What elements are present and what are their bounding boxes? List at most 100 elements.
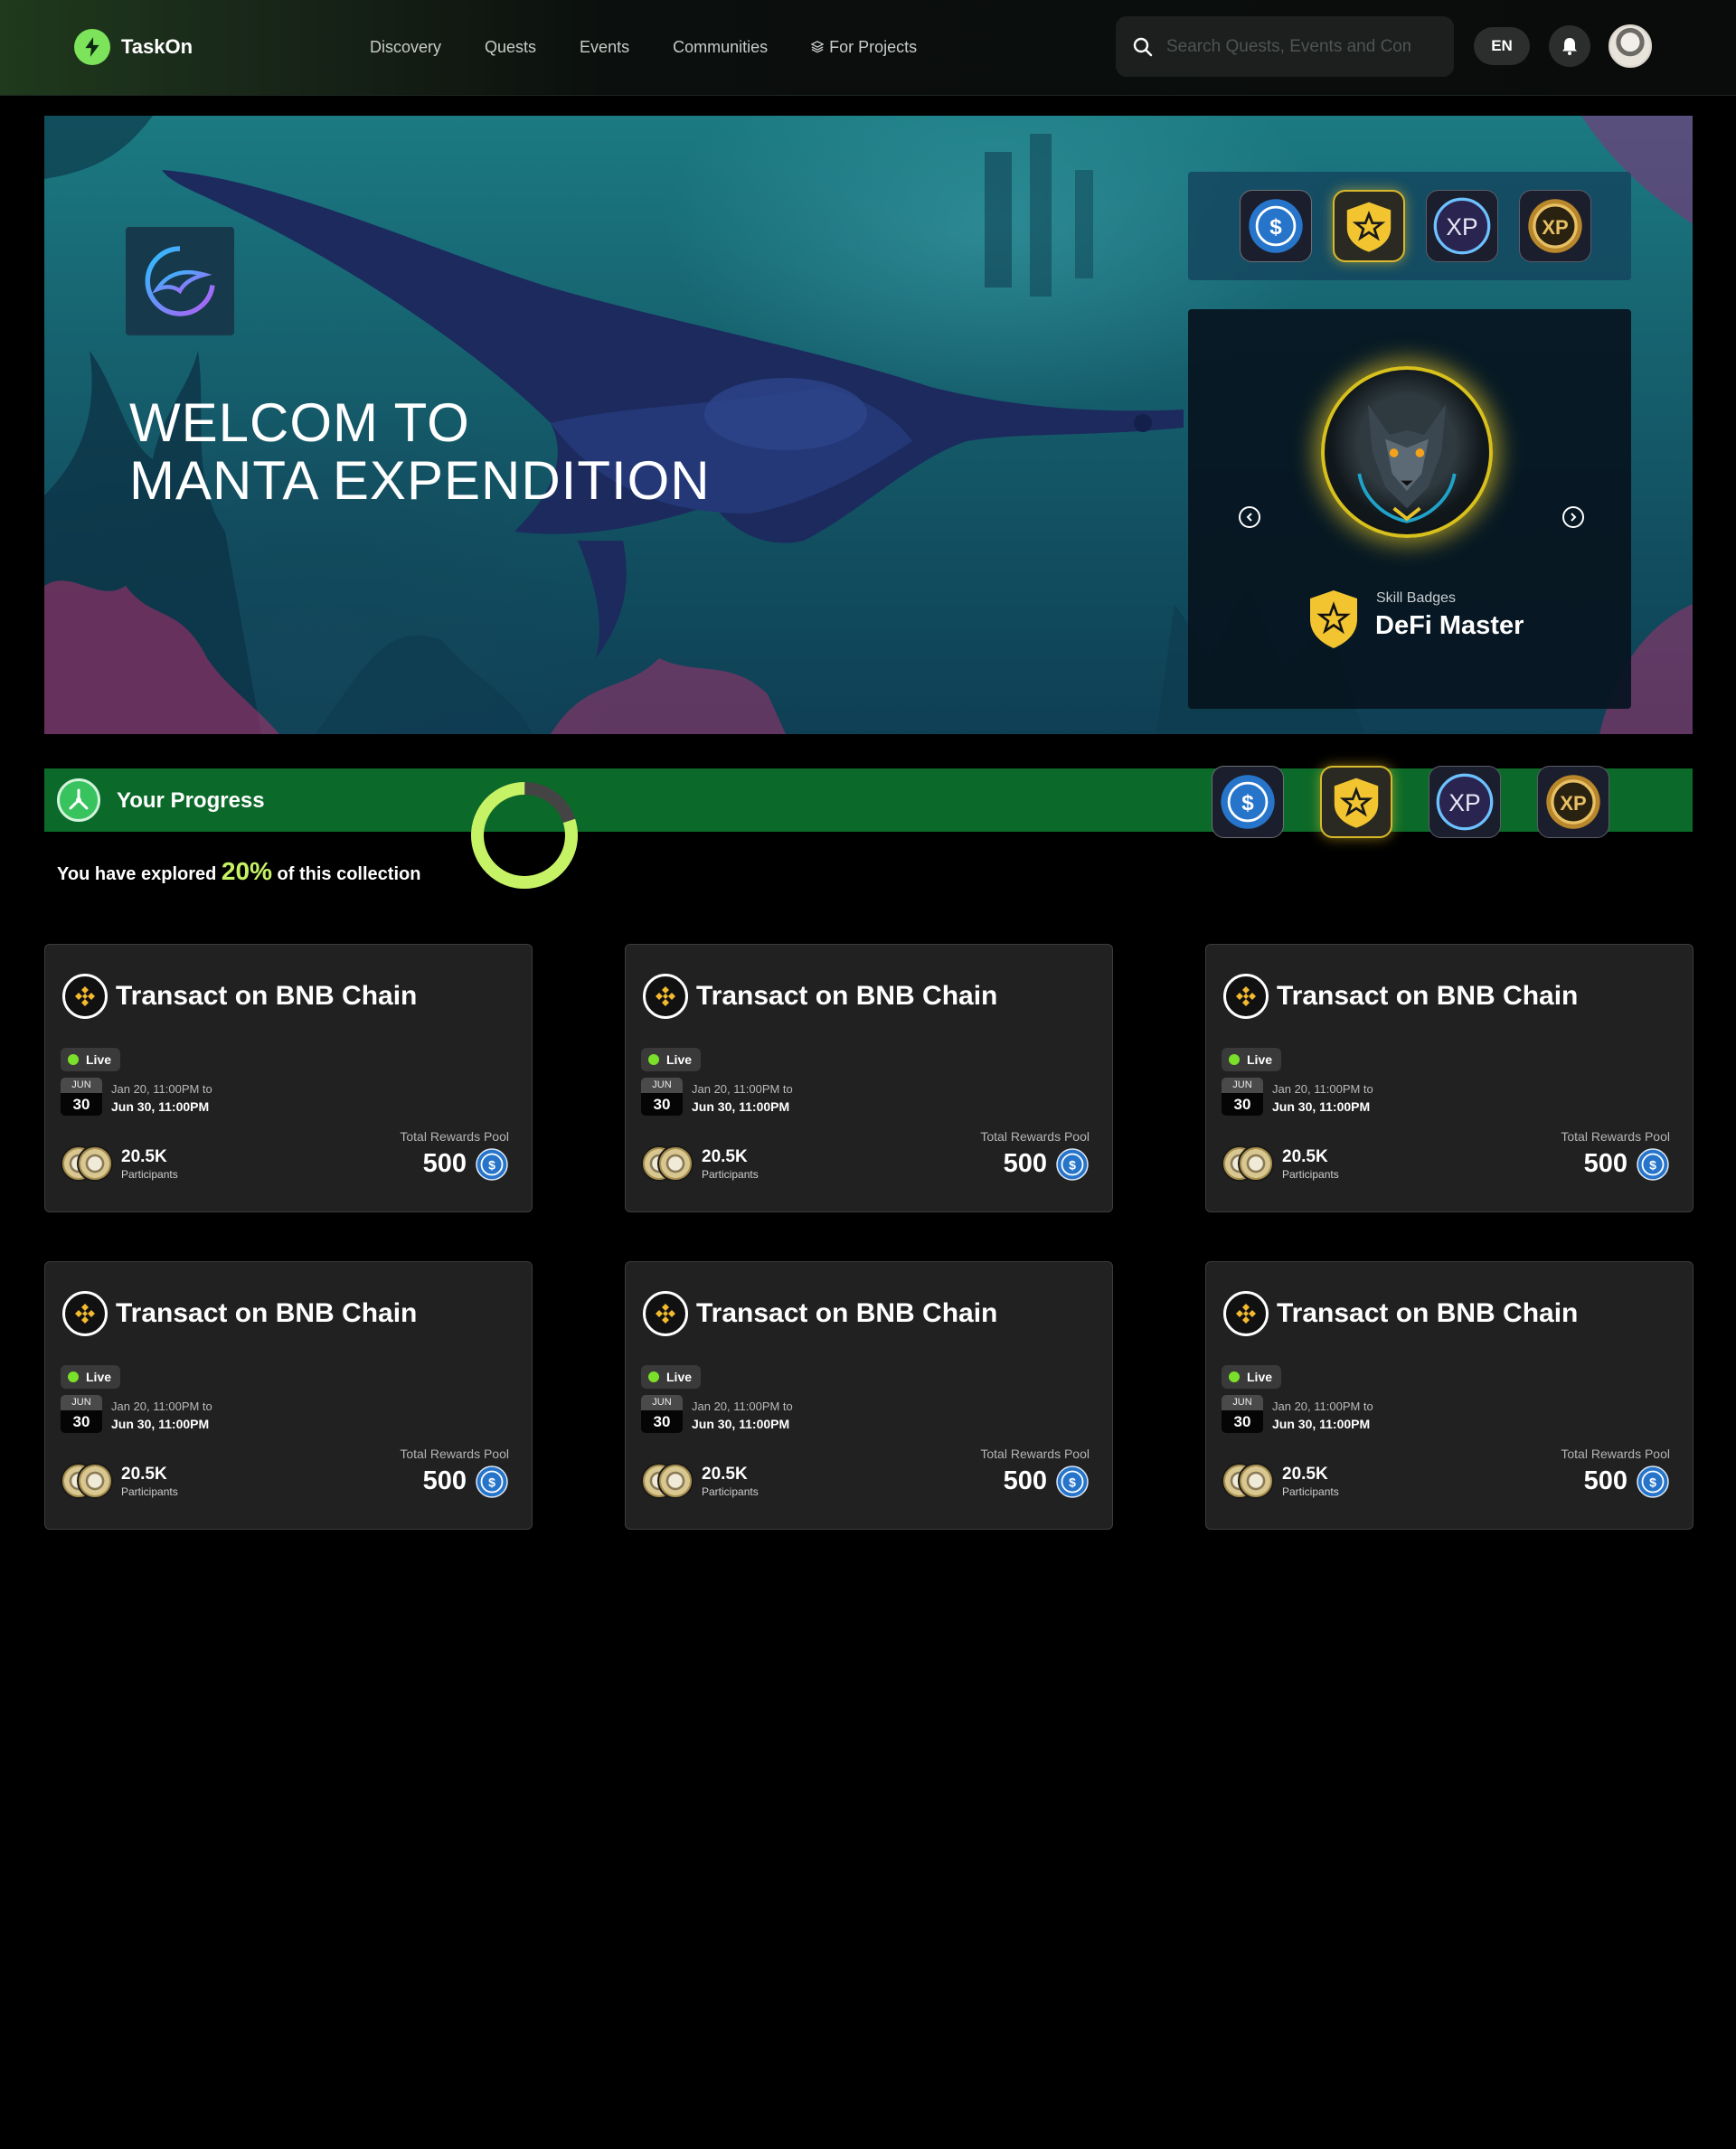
wolf-badge-icon	[1357, 404, 1457, 523]
xp-token: XP	[1426, 190, 1498, 262]
rewards-pool-label: Total Rewards Pool	[1561, 1447, 1670, 1461]
status-label: Live	[666, 1052, 693, 1067]
badge-name: DeFi Master	[1375, 611, 1524, 640]
nav-quests[interactable]: Quests	[485, 38, 536, 57]
app-name: TaskOn	[121, 35, 193, 58]
live-dot-icon	[68, 1054, 79, 1065]
progress-donut-fill	[471, 782, 578, 889]
gold-xp-coin-icon: XP	[1528, 199, 1582, 253]
usdc-icon: $	[1056, 1466, 1089, 1498]
usdc-token: $	[1240, 190, 1312, 262]
status-badge: Live	[61, 1048, 121, 1071]
calendar-day: 30	[61, 1093, 102, 1116]
card-title[interactable]: Transact on BNB Chain	[696, 1298, 997, 1329]
calendar-day: 30	[641, 1093, 683, 1116]
rewards-pool-value: 500	[1003, 1149, 1047, 1178]
progress-gold-xp-token: XP	[1537, 766, 1609, 838]
badge-category: Skill Badges	[1376, 590, 1457, 606]
usdc-icon: $	[1249, 199, 1303, 253]
rewards-pool-label: Total Rewards Pool	[400, 1129, 509, 1144]
calendar-day: 30	[641, 1410, 683, 1433]
manta-logo	[126, 227, 234, 335]
progress-title: Your Progress	[117, 788, 265, 813]
status-badge: Live	[641, 1365, 702, 1389]
svg-text:XP: XP	[1448, 789, 1480, 816]
start-date: Jan 20, 11:00PM to	[111, 1400, 212, 1413]
featured-badge-panel: Skill Badges DeFi Master	[1188, 309, 1631, 709]
participant-count: 20.5K	[1282, 1465, 1328, 1484]
search-icon	[1133, 37, 1153, 56]
participant-label: Participants	[121, 1485, 178, 1498]
search-box[interactable]	[1116, 16, 1454, 77]
xp-icon: XP	[1436, 773, 1494, 831]
end-date: Jun 30, 11:00PM	[1272, 1099, 1371, 1114]
svg-text:$: $	[1649, 1158, 1656, 1173]
badge-prev-button[interactable]	[1239, 506, 1260, 528]
nav-communities[interactable]: Communities	[673, 38, 768, 57]
star-shield-icon	[1346, 202, 1392, 252]
manta-logo-icon	[145, 246, 215, 316]
top-navigation-bar: TaskOn Discovery Quests Events Communiti…	[0, 0, 1736, 96]
calendar-icon: JUN 30	[641, 1078, 683, 1116]
user-avatar[interactable]	[1609, 24, 1652, 68]
status-badge: Live	[61, 1365, 121, 1389]
live-dot-icon	[648, 1371, 659, 1382]
participant-label: Participants	[702, 1485, 759, 1498]
explored-prefix: You have explored	[57, 864, 217, 884]
layers-icon	[811, 41, 825, 53]
language-switcher[interactable]: EN	[1474, 27, 1530, 65]
end-date: Jun 30, 11:00PM	[111, 1099, 210, 1114]
participant-avatar	[657, 1145, 693, 1182]
hero-title-line-1: WELCOM TO	[129, 392, 470, 453]
participant-label: Participants	[1282, 1485, 1339, 1498]
card-title[interactable]: Transact on BNB Chain	[1277, 981, 1578, 1012]
participant-avatars	[641, 1463, 693, 1499]
nav-discovery[interactable]: Discovery	[370, 38, 441, 57]
notifications-button[interactable]	[1549, 25, 1590, 67]
participant-count: 20.5K	[702, 1465, 748, 1484]
reward-tokens-strip: $ XP XP	[1188, 172, 1631, 280]
svg-text:$: $	[1069, 1158, 1076, 1173]
chevron-left-icon	[1246, 513, 1252, 522]
quest-card[interactable]: Transact on BNB Chain Live JUN 30 Jan 20…	[625, 1261, 1113, 1530]
quest-card[interactable]: Transact on BNB Chain Live JUN 30 Jan 20…	[1205, 944, 1694, 1212]
card-title[interactable]: Transact on BNB Chain	[696, 981, 997, 1012]
calendar-day: 30	[1222, 1093, 1263, 1116]
calendar-month: JUN	[641, 1395, 683, 1410]
rewards-pool-value: 500	[1583, 1149, 1628, 1178]
wolf-badge-image	[1321, 366, 1493, 538]
card-title[interactable]: Transact on BNB Chain	[1277, 1298, 1578, 1329]
calendar-icon: JUN 30	[61, 1395, 102, 1433]
rewards-pool-value: 500	[422, 1149, 467, 1178]
quest-card[interactable]: Transact on BNB Chain Live JUN 30 Jan 20…	[1205, 1261, 1694, 1530]
svg-text:$: $	[1069, 1475, 1076, 1490]
card-title[interactable]: Transact on BNB Chain	[116, 1298, 417, 1329]
start-date: Jan 20, 11:00PM to	[692, 1400, 793, 1413]
card-title[interactable]: Transact on BNB Chain	[116, 981, 417, 1012]
start-date: Jan 20, 11:00PM to	[1272, 1400, 1373, 1413]
svg-text:$: $	[1649, 1475, 1656, 1490]
participant-label: Participants	[121, 1168, 178, 1181]
bell-icon	[1562, 38, 1577, 55]
quest-card[interactable]: Transact on BNB Chain Live JUN 30 Jan 20…	[625, 944, 1113, 1212]
calendar-icon: JUN 30	[1222, 1078, 1263, 1116]
participant-avatar	[657, 1463, 693, 1499]
search-input[interactable]	[1166, 36, 1410, 57]
quest-card[interactable]: Transact on BNB Chain Live JUN 30 Jan 20…	[44, 944, 533, 1212]
badge-next-button[interactable]	[1562, 506, 1584, 528]
nav-for-projects[interactable]: For Projects	[811, 38, 917, 57]
nav-for-projects-label: For Projects	[829, 37, 918, 56]
quest-card[interactable]: Transact on BNB Chain Live JUN 30 Jan 20…	[44, 1261, 533, 1530]
progress-xp-token: XP	[1429, 766, 1501, 838]
usdc-icon: $	[1637, 1466, 1669, 1498]
taskon-logo-icon	[74, 29, 110, 65]
bnb-chain-icon	[62, 974, 108, 1019]
usdc-icon: $	[1056, 1148, 1089, 1181]
participant-label: Participants	[1282, 1168, 1339, 1181]
taskon-logo[interactable]: TaskOn	[74, 28, 193, 66]
progress-usdc-token: $	[1212, 766, 1284, 838]
participant-avatars	[61, 1145, 113, 1182]
nav-events[interactable]: Events	[580, 38, 629, 57]
bnb-logo-icon	[656, 1304, 675, 1324]
svg-text:$: $	[1269, 215, 1282, 240]
